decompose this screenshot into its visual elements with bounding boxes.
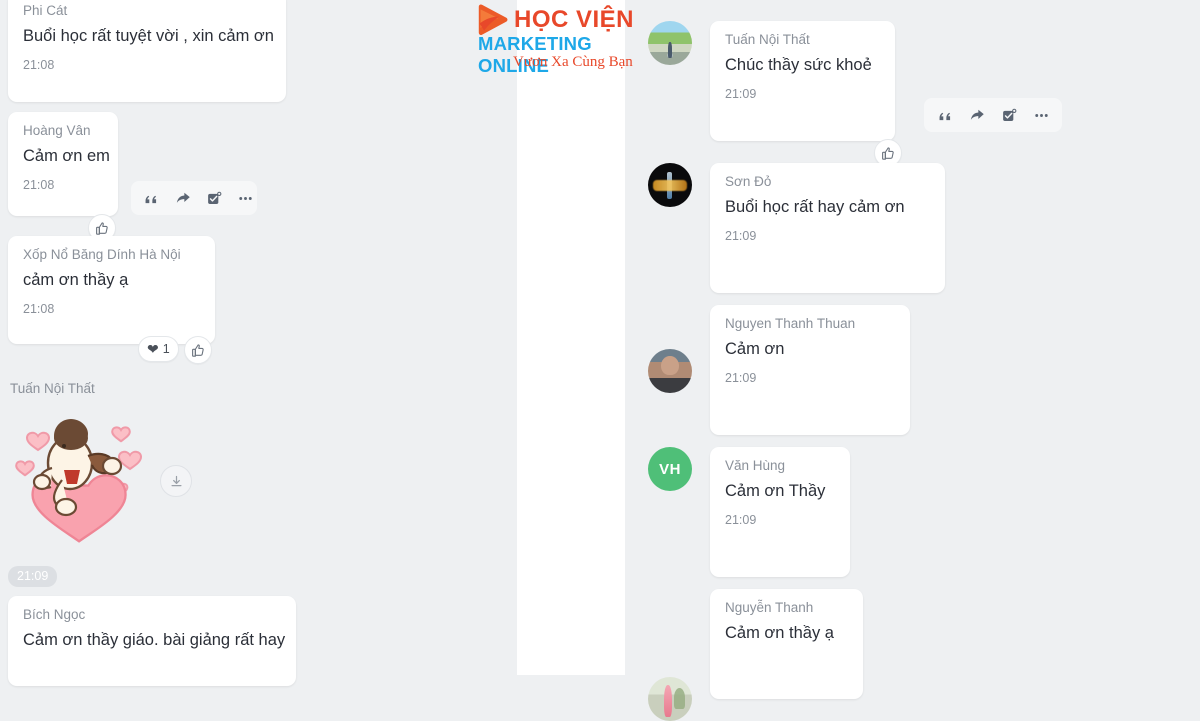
- message-bubble-nguyen-thanh[interactable]: Nguyễn Thanh Cảm ơn thầy ạ: [710, 589, 863, 699]
- message-text: Buổi học rất hay cảm ơn: [725, 197, 905, 216]
- forward-icon[interactable]: [174, 188, 192, 208]
- sticker-art: [15, 419, 143, 543]
- avatar-nguyen-thanh-thuan[interactable]: [648, 349, 692, 393]
- logo-line-3: Vươn Xa Cùng Bạn: [513, 54, 633, 70]
- message-sender: Hoàng Vân: [23, 123, 91, 138]
- message-sender: Xốp Nổ Băng Dính Hà Nội: [23, 247, 181, 262]
- message-time: 21:09: [725, 512, 757, 527]
- heart-count: 1: [162, 342, 170, 356]
- select-icon[interactable]: [1000, 105, 1018, 125]
- message-sender: Tuấn Nội Thất: [725, 32, 810, 47]
- quote-icon[interactable]: [936, 105, 954, 125]
- heart-icon: ❤: [147, 341, 159, 357]
- column-divider-panel: [517, 0, 625, 675]
- message-text: Cảm ơn thầy ạ: [725, 623, 834, 642]
- message-bubble-bich-ngoc[interactable]: Bích Ngọc Cảm ơn thầy giáo. bài giảng rấ…: [8, 596, 296, 686]
- message-action-toolbar-right[interactable]: [924, 98, 1062, 132]
- avatar-son-do[interactable]: [648, 163, 692, 207]
- thumbs-up-icon: [95, 221, 108, 235]
- message-text: Buổi học rất tuyệt vời , xin cảm ơn: [23, 26, 274, 45]
- logo-top-row: HỌC VIỆN: [475, 4, 634, 36]
- message-time: 21:08: [23, 177, 55, 192]
- sticker-time: 21:09: [8, 566, 58, 587]
- message-text: Cảm ơn thầy giáo. bài giảng rất hay: [23, 630, 286, 649]
- download-sticker-button[interactable]: [160, 465, 192, 497]
- avatar-van-hung[interactable]: VH: [648, 447, 692, 491]
- message-sender: Văn Hùng: [725, 458, 786, 473]
- message-bubble-hoang-van[interactable]: Hoàng Vân Cảm ơn em 21:08: [8, 112, 118, 216]
- message-bubble-son-do[interactable]: Sơn Đỏ Buổi học rất hay cảm ơn 21:09: [710, 163, 945, 293]
- message-sender: Bích Ngọc: [23, 607, 86, 622]
- message-sender: Nguyễn Thanh: [725, 600, 814, 615]
- message-time: 21:08: [23, 57, 55, 72]
- message-sender: Nguyen Thanh Thuan: [725, 316, 856, 331]
- download-icon: [171, 475, 181, 486]
- message-text: Cảm ơn: [725, 339, 785, 358]
- quote-icon[interactable]: [143, 188, 160, 208]
- heart-reaction-badge[interactable]: ❤ 1: [138, 336, 179, 362]
- sticker-sender-name: Tuấn Nội Thất: [10, 381, 95, 396]
- message-action-toolbar-left[interactable]: [131, 181, 257, 215]
- like-reaction-button-xop-no[interactable]: [184, 336, 212, 364]
- logo-line-1: HỌC VIỆN: [514, 6, 635, 33]
- message-bubble-nguyen-thanh-thuan[interactable]: Nguyen Thanh Thuan Cảm ơn 21:09: [710, 305, 910, 435]
- play-triangle-icon: [478, 4, 508, 36]
- select-icon[interactable]: [206, 188, 223, 208]
- avatar-nguyen-thanh[interactable]: [648, 677, 692, 721]
- avatar-tuan-noi-that[interactable]: [648, 21, 692, 65]
- message-text: Cảm ơn em: [23, 146, 110, 165]
- sticker-puppy-with-hearts[interactable]: [8, 408, 158, 553]
- message-bubble-phi-cat[interactable]: Phi Cát Buổi học rất tuyệt vời , xin cảm…: [8, 0, 286, 102]
- avatar-initials: VH: [659, 460, 681, 478]
- message-text: Cảm ơn Thầy: [725, 481, 826, 500]
- thumbs-up-icon: [191, 343, 204, 357]
- message-time: 21:08: [23, 301, 55, 316]
- more-icon[interactable]: [237, 188, 254, 208]
- message-sender: Phi Cát: [23, 3, 68, 18]
- message-sender: Sơn Đỏ: [725, 174, 772, 189]
- message-time: 21:09: [725, 86, 757, 101]
- more-icon[interactable]: [1032, 105, 1050, 125]
- message-text: Chúc thầy sức khoẻ: [725, 55, 872, 74]
- message-text: cảm ơn thầy ạ: [23, 270, 129, 289]
- forward-icon[interactable]: [968, 105, 986, 125]
- brand-logo: HỌC VIỆN MARKETING ONLINE Vươn Xa Cùng B…: [475, 2, 665, 76]
- screenshot-root: Phi Cát Buổi học rất tuyệt vời , xin cảm…: [0, 0, 1200, 721]
- thumbs-up-icon: [881, 146, 894, 160]
- message-time: 21:09: [725, 228, 757, 243]
- message-bubble-tuan-noi-that[interactable]: Tuấn Nội Thất Chúc thầy sức khoẻ 21:09: [710, 21, 895, 141]
- message-bubble-van-hung[interactable]: Văn Hùng Cảm ơn Thầy 21:09: [710, 447, 850, 577]
- message-bubble-xop-no[interactable]: Xốp Nổ Băng Dính Hà Nội cảm ơn thầy ạ 21…: [8, 236, 215, 344]
- message-time: 21:09: [725, 370, 757, 385]
